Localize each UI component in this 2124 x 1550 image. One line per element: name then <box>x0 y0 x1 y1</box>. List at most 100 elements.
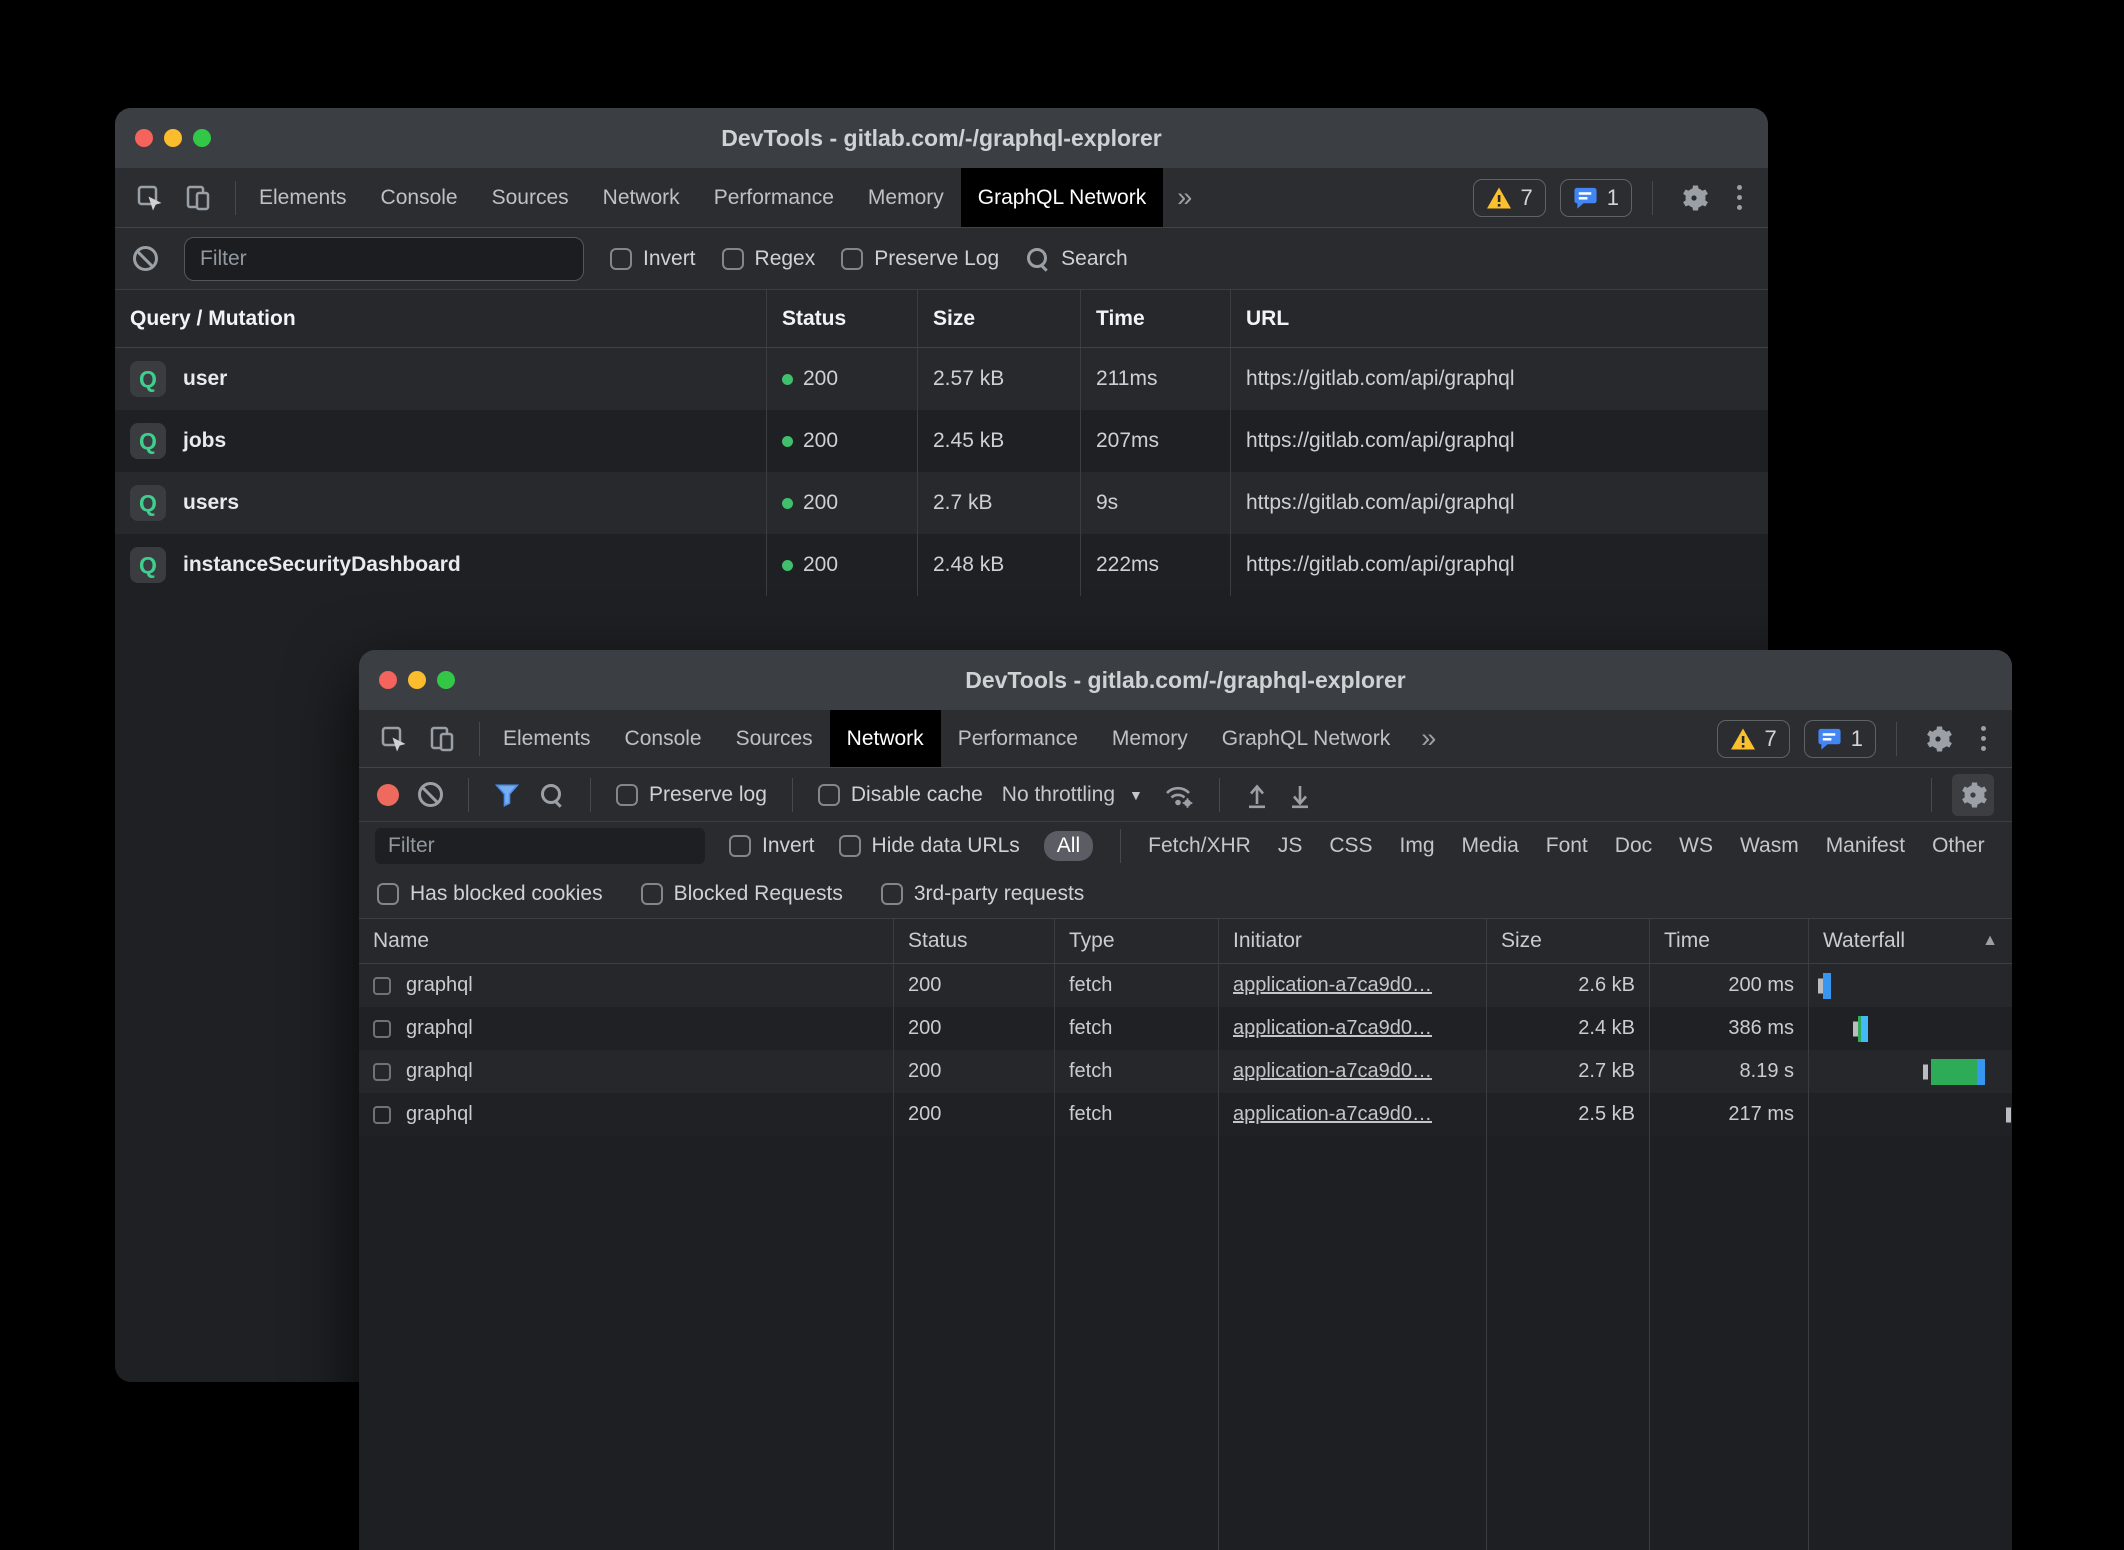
initiator-link[interactable]: application-a7ca9d0… <box>1233 1103 1432 1126</box>
blocked-requests-checkbox[interactable]: Blocked Requests <box>641 882 843 906</box>
filter-chip-img[interactable]: Img <box>1400 834 1435 858</box>
kebab-menu-icon[interactable] <box>1729 185 1750 210</box>
kebab-menu-icon[interactable] <box>1973 726 1994 751</box>
column-header-size[interactable]: Size <box>1486 919 1649 963</box>
checkbox-box[interactable] <box>641 883 663 905</box>
hide-data-urls-checkbox[interactable]: Hide data URLs <box>839 834 1020 858</box>
checkbox-box[interactable] <box>722 248 744 270</box>
filter-chip-ws[interactable]: WS <box>1679 834 1713 858</box>
disable-cache-checkbox[interactable]: Disable cache <box>818 783 983 807</box>
column-header-status[interactable]: Status <box>893 919 1054 963</box>
more-tabs-icon[interactable]: » <box>1407 710 1450 767</box>
tab-elements[interactable]: Elements <box>242 168 364 227</box>
checkbox-box[interactable] <box>818 784 840 806</box>
filter-chip-wasm[interactable]: Wasm <box>1740 834 1799 858</box>
table-row[interactable]: graphql 200 fetch application-a7ca9d0… 2… <box>359 1093 2012 1136</box>
tab-network[interactable]: Network <box>830 710 941 767</box>
column-header-name[interactable]: Name <box>359 919 893 963</box>
zoom-window-button[interactable] <box>193 129 211 147</box>
checkbox-box[interactable] <box>841 248 863 270</box>
filter-input[interactable] <box>375 828 705 864</box>
table-row[interactable]: Qusers 200 2.7 kB 9s https://gitlab.com/… <box>115 472 1768 534</box>
column-header-waterfall[interactable]: Waterfall ▲ <box>1808 919 2012 963</box>
initiator-link[interactable]: application-a7ca9d0… <box>1233 974 1432 997</box>
record-button[interactable] <box>377 784 399 806</box>
device-toolbar-icon[interactable] <box>177 177 219 219</box>
settings-gear-icon[interactable] <box>1917 718 1959 760</box>
table-row[interactable]: QinstanceSecurityDashboard 200 2.48 kB 2… <box>115 534 1768 596</box>
inspect-element-icon[interactable] <box>129 177 171 219</box>
column-header-type[interactable]: Type <box>1054 919 1218 963</box>
more-tabs-icon[interactable]: » <box>1163 168 1206 227</box>
filter-chip-media[interactable]: Media <box>1462 834 1519 858</box>
invert-checkbox[interactable]: Invert <box>729 834 815 858</box>
checkbox-box[interactable] <box>610 248 632 270</box>
filter-chip-css[interactable]: CSS <box>1329 834 1372 858</box>
filter-chip-js[interactable]: JS <box>1278 834 1303 858</box>
tab-performance[interactable]: Performance <box>941 710 1095 767</box>
column-header-time[interactable]: Time <box>1649 919 1808 963</box>
filter-chip-manifest[interactable]: Manifest <box>1826 834 1905 858</box>
filter-chip-doc[interactable]: Doc <box>1615 834 1652 858</box>
tab-memory[interactable]: Memory <box>1095 710 1205 767</box>
table-row[interactable]: graphql 200 fetch application-a7ca9d0… 2… <box>359 1050 2012 1093</box>
checkbox-box[interactable] <box>881 883 903 905</box>
checkbox-box[interactable] <box>839 835 861 857</box>
invert-checkbox[interactable]: Invert <box>610 247 696 271</box>
filter-chip-font[interactable]: Font <box>1546 834 1588 858</box>
third-party-requests-checkbox[interactable]: 3rd-party requests <box>881 882 1084 906</box>
tab-elements[interactable]: Elements <box>486 710 608 767</box>
tab-performance[interactable]: Performance <box>697 168 851 227</box>
throttling-select[interactable]: No throttling ▼ <box>1002 783 1143 807</box>
filter-chip-all[interactable]: All <box>1044 831 1093 861</box>
close-window-button[interactable] <box>135 129 153 147</box>
column-header-url[interactable]: URL <box>1230 290 1768 347</box>
settings-gear-icon[interactable] <box>1673 177 1715 219</box>
checkbox-box[interactable] <box>377 883 399 905</box>
table-row[interactable]: graphql 200 fetch application-a7ca9d0… 2… <box>359 964 2012 1007</box>
clear-icon[interactable] <box>133 246 158 271</box>
filter-funnel-icon[interactable] <box>494 782 520 808</box>
zoom-window-button[interactable] <box>437 671 455 689</box>
close-window-button[interactable] <box>379 671 397 689</box>
tab-graphql-network[interactable]: GraphQL Network <box>961 168 1163 227</box>
clear-icon[interactable] <box>418 782 443 807</box>
preserve-log-checkbox[interactable]: Preserve log <box>616 783 767 807</box>
row-checkbox[interactable] <box>373 1020 391 1038</box>
column-header-time[interactable]: Time <box>1080 290 1230 347</box>
minimize-window-button[interactable] <box>408 671 426 689</box>
inspect-element-icon[interactable] <box>373 718 415 760</box>
messages-badge[interactable]: 1 <box>1804 720 1876 758</box>
tab-memory[interactable]: Memory <box>851 168 961 227</box>
column-header-size[interactable]: Size <box>917 290 1080 347</box>
has-blocked-cookies-checkbox[interactable]: Has blocked cookies <box>377 882 603 906</box>
table-row[interactable]: Qjobs 200 2.45 kB 207ms https://gitlab.c… <box>115 410 1768 472</box>
network-settings-gear-icon[interactable] <box>1952 774 1994 816</box>
regex-checkbox[interactable]: Regex <box>722 247 816 271</box>
table-row[interactable]: graphql 200 fetch application-a7ca9d0… 2… <box>359 1007 2012 1050</box>
tab-network[interactable]: Network <box>586 168 697 227</box>
table-row[interactable]: Quser 200 2.57 kB 211ms https://gitlab.c… <box>115 348 1768 410</box>
filter-chip-other[interactable]: Other <box>1932 834 1985 858</box>
tab-console[interactable]: Console <box>608 710 719 767</box>
initiator-link[interactable]: application-a7ca9d0… <box>1233 1060 1432 1083</box>
import-har-icon[interactable] <box>1245 781 1269 809</box>
warnings-badge[interactable]: 7 <box>1473 179 1546 217</box>
export-har-icon[interactable] <box>1288 781 1312 809</box>
column-header-status[interactable]: Status <box>766 290 917 347</box>
search-button[interactable]: Search <box>1025 246 1128 272</box>
initiator-link[interactable]: application-a7ca9d0… <box>1233 1017 1432 1040</box>
column-header-query[interactable]: Query / Mutation <box>115 290 766 347</box>
messages-badge[interactable]: 1 <box>1560 179 1632 217</box>
minimize-window-button[interactable] <box>164 129 182 147</box>
preserve-log-checkbox[interactable]: Preserve Log <box>841 247 999 271</box>
filter-chip-fetch-xhr[interactable]: Fetch/XHR <box>1148 834 1251 858</box>
device-toolbar-icon[interactable] <box>421 718 463 760</box>
filter-input[interactable] <box>184 237 584 281</box>
tab-sources[interactable]: Sources <box>475 168 586 227</box>
tab-graphql-network[interactable]: GraphQL Network <box>1205 710 1407 767</box>
tab-sources[interactable]: Sources <box>719 710 830 767</box>
checkbox-box[interactable] <box>616 784 638 806</box>
row-checkbox[interactable] <box>373 977 391 995</box>
network-conditions-icon[interactable] <box>1162 781 1194 809</box>
